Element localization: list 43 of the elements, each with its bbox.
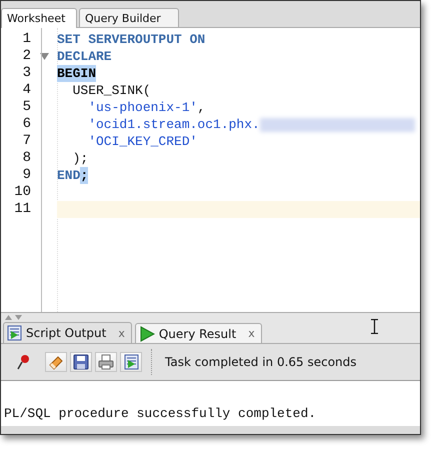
line-number: 10 [13, 184, 31, 201]
editor-tab[interactable]: Worksheet [1, 8, 77, 28]
code-token: 'ocid1.stream.oc1.phx. [87, 116, 260, 133]
line-number: 1 [22, 31, 31, 48]
script-button[interactable] [120, 352, 142, 372]
line-number: 8 [22, 150, 31, 167]
code-token: DECLARE [57, 48, 112, 65]
line-number: 3 [22, 65, 31, 82]
text-cursor-icon [371, 319, 378, 334]
code-token: ); [72, 150, 88, 167]
code-token: 'OCI_KEY_CRED' [87, 133, 198, 150]
code-token: 'us-phoenix-1' [87, 99, 198, 116]
run-icon [138, 326, 155, 342]
code-token: BEGIN [57, 65, 96, 82]
script-icon [7, 325, 22, 341]
code-token: END [57, 167, 80, 184]
status-text: Task completed in 0.65 seconds [165, 355, 357, 369]
line-number: 11 [13, 201, 31, 218]
code-token: USER_SINK( [72, 82, 151, 99]
code-token: SET SERVEROUTPUT ON [57, 31, 206, 48]
save-icon [73, 354, 89, 370]
line-number: 9 [22, 167, 31, 184]
line-number: 5 [22, 99, 31, 116]
clear-button[interactable] [45, 352, 67, 372]
printer-icon [98, 354, 114, 370]
editor-tab[interactable]: Query Builder [79, 8, 179, 27]
line-number: 2 [22, 48, 31, 65]
code-token: ; [80, 167, 88, 184]
line-number: 4 [22, 82, 31, 99]
print-button[interactable] [95, 352, 117, 372]
close-icon[interactable]: x [248, 327, 255, 340]
line-number: 7 [22, 133, 31, 150]
output-text: PL/SQL procedure successfully completed. [1, 381, 420, 426]
output-tab[interactable]: Script Output x [3, 322, 132, 343]
script-icon [124, 354, 138, 370]
save-button[interactable] [70, 352, 92, 372]
output-tab[interactable]: Query Result x [134, 323, 262, 343]
fold-triangle-icon[interactable] [40, 53, 48, 60]
close-icon[interactable]: x [118, 326, 125, 340]
code-token: , [197, 99, 206, 116]
line-number: 6 [22, 116, 31, 133]
eraser-icon [48, 354, 64, 370]
pin-icon [16, 354, 30, 370]
